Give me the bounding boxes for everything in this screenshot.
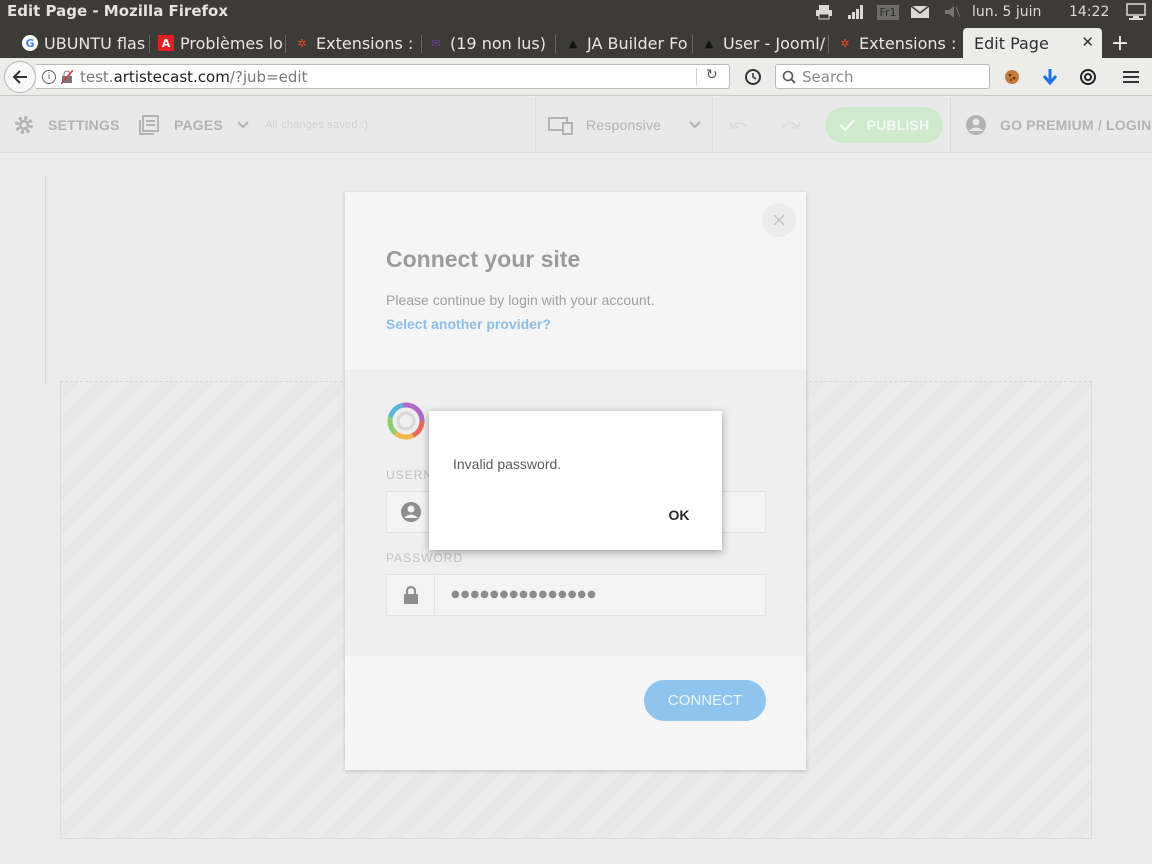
tab-problemes[interactable]: A Problèmes lo [158,28,286,58]
user-icon [387,492,435,532]
search-icon [782,70,796,84]
adobe-icon: A [158,35,174,51]
joomla-icon: ✲ [840,36,850,50]
undo-button[interactable] [728,97,750,153]
close-icon [773,214,785,226]
extension-icon[interactable] [1076,65,1100,89]
url-domain: artistecast.com [113,67,230,86]
tab-user-joomla[interactable]: ▲ User - Jooml/ [701,28,829,58]
tab-label: Extensions : [316,33,414,53]
search-placeholder: Search [802,67,854,86]
password-value: ●●●●●●●●●●●●●●● [451,589,597,600]
window-titlebar: Edit Page - Mozilla Firefox Fr1 lun. 5 j… [0,0,1152,24]
keyboard-layout-text: Fr1 [877,4,899,20]
ja-logo-icon: ▲ [704,36,714,50]
tab-label: UBUNTU flas [44,33,146,53]
section-side-label [28,176,46,384]
responsive-label: Responsive [586,117,662,133]
mail-icon: ✉ [431,36,441,50]
google-icon: G [22,35,38,51]
password-field[interactable]: ●●●●●●●●●●●●●●● [386,574,766,616]
save-status: All changes saved :) [265,119,369,131]
redo-icon [782,121,801,130]
clock-display[interactable]: 14:22 [1069,0,1117,24]
jasocial-wordmark [430,398,580,412]
keyboard-layout-indicator[interactable]: Fr1 [876,0,900,24]
modal-description: Please continue by login with your accou… [386,292,655,308]
ja-logo-icon: ▲ [568,36,578,50]
tab-extensions-2[interactable]: ✲ Extensions : [837,28,959,58]
tab-strip: G UBUNTU flas A Problèmes lo ✲ Extension… [0,24,1152,58]
new-tab-button[interactable]: + [1108,28,1132,58]
navigation-bar: i test.artistecast.com/?jub=edit ↻ Searc… [0,58,1152,96]
ok-button[interactable]: OK [654,499,704,531]
tab-label: Edit Page [974,33,1049,53]
tab-label: Problèmes lo [180,33,283,53]
pages-label: PAGES [174,117,223,133]
undo-icon [729,121,748,130]
joomla-icon: ✲ [297,36,307,50]
download-icon[interactable] [1038,65,1062,89]
mail-icon[interactable] [907,0,933,24]
session-menu-icon[interactable] [1124,0,1148,24]
responsive-dropdown[interactable]: Responsive [548,97,701,153]
builder-toolbar: SETTINGS PAGES All changes saved :) Resp… [0,97,1152,153]
publish-button[interactable]: PUBLISH [825,107,943,143]
select-provider-link[interactable]: Select another provider? [386,316,551,332]
connect-button[interactable]: CONNECT [644,680,766,721]
url-text: test.artistecast.com/?jub=edit [80,68,307,86]
chevron-down-icon [237,121,249,129]
close-tab-icon[interactable]: ✕ [1081,33,1094,51]
tab-label: (19 non lus) [450,33,547,53]
jasocial-logo [386,400,426,440]
search-input[interactable]: Search [775,64,990,89]
tab-label: User - Jooml/ [723,33,826,53]
checkmark-icon [838,119,855,131]
tab-ja-builder[interactable]: ▲ JA Builder Fo [565,28,693,58]
volume-icon[interactable] [940,0,964,24]
hamburger-menu-icon[interactable] [1119,65,1143,89]
tab-extensions-1[interactable]: ✲ Extensions : [294,28,422,58]
pages-icon [139,115,159,135]
alert-message: Invalid password. [453,456,562,472]
settings-label: SETTINGS [48,117,120,133]
date-display[interactable]: lun. 5 juin [972,0,1058,24]
reload-icon[interactable]: ↻ [706,67,718,83]
network-signal-icon[interactable] [844,0,868,24]
lock-icon [387,575,435,615]
tab-label: JA Builder Fo [587,33,688,53]
settings-button[interactable]: SETTINGS [12,97,120,153]
tab-edit-page[interactable]: Edit Page ✕ [963,28,1102,58]
window-title: Edit Page - Mozilla Firefox [7,2,229,20]
premium-login-button[interactable]: GO PREMIUM / LOGIN [965,97,1151,153]
publish-label: PUBLISH [866,117,930,133]
pages-dropdown[interactable]: PAGES [138,97,249,153]
url-bar[interactable]: i test.artistecast.com/?jub=edit ↻ [36,64,730,89]
info-icon[interactable]: i [42,69,56,84]
user-avatar-icon [966,115,986,135]
tab-label: Extensions : [859,33,957,53]
back-button[interactable] [4,61,36,93]
printer-icon[interactable] [812,0,836,24]
tab-ubuntu[interactable]: G UBUNTU flas [22,28,150,58]
username-label: USERN [386,468,434,482]
back-arrow-icon [12,70,27,84]
chevron-down-icon [689,121,701,129]
invalid-password-alert: Invalid password. OK [429,411,722,550]
history-icon[interactable] [741,65,765,89]
devices-icon [548,117,573,135]
url-prefix: test. [80,67,114,86]
gear-icon [15,116,33,134]
redo-button[interactable] [780,97,802,153]
close-modal-button[interactable] [762,203,796,237]
cookie-extension-icon[interactable] [1000,65,1024,89]
password-label: PASSWORD [386,551,464,565]
url-path: /?jub=edit [229,67,308,86]
insecure-lock-icon[interactable] [60,69,74,84]
tab-mail[interactable]: ✉ (19 non lus) [428,28,556,58]
premium-login-label: GO PREMIUM / LOGIN [1000,117,1152,133]
modal-title: Connect your site [386,246,581,272]
